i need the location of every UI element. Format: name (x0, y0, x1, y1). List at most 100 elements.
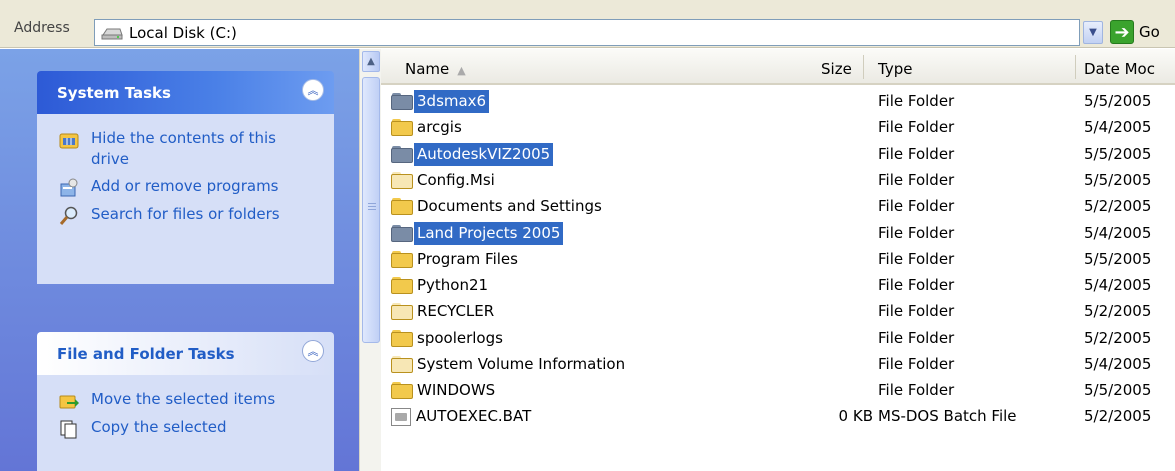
file-name: Documents and Settings (417, 197, 602, 215)
address-dropdown-button[interactable]: ▼ (1083, 21, 1103, 44)
file-name: Config.Msi (417, 171, 495, 189)
collapse-icon[interactable]: ︽ (302, 340, 324, 362)
column-name[interactable]: Name ▲ (405, 60, 466, 78)
file-type: File Folder (878, 197, 955, 215)
file-type: File Folder (878, 250, 955, 268)
file-date-modified: 5/4/2005 (1084, 355, 1152, 373)
column-headers: Name ▲ Size Type Date Moc (381, 49, 1175, 85)
file-row[interactable]: System Volume Information File Folder 5/4/… (381, 352, 1175, 377)
file-name: RECYCLER (417, 302, 495, 320)
file-date-modified: 5/4/2005 (1084, 276, 1152, 294)
file-name: AutodeskVIZ2005 (414, 143, 554, 166)
folder-icon (391, 198, 413, 215)
file-name-cell[interactable]: Config.Msi (391, 169, 498, 192)
file-type: File Folder (878, 118, 955, 136)
file-row[interactable]: 3dsmax6 File Folder 5/5/2005 (381, 89, 1175, 114)
file-name-cell[interactable]: arcgis (391, 116, 465, 139)
collapse-icon[interactable]: ︽ (302, 79, 324, 101)
address-bar: Address Local Disk (C:) ▼ ➔ Go (0, 0, 1175, 48)
task-pane: System Tasks ︽ Hide the contents of this… (0, 49, 359, 471)
task-label: Add or remove programs (91, 177, 279, 195)
file-row[interactable]: Python21 File Folder 5/4/2005 (381, 273, 1175, 298)
system-tasks-header[interactable]: System Tasks ︽ (37, 71, 334, 114)
file-date-modified: 5/5/2005 (1084, 250, 1152, 268)
task-copy-items[interactable]: Copy the selected (59, 417, 322, 439)
file-row[interactable]: RECYCLER File Folder 5/2/2005 (381, 299, 1175, 324)
task-move-items[interactable]: Move the selected items (59, 389, 322, 411)
file-name: spoolerlogs (417, 329, 503, 347)
address-value: Local Disk (C:) (129, 23, 237, 42)
search-icon (59, 206, 78, 225)
file-row[interactable]: AUTOEXEC.BAT 0 KB MS-DOS Batch File 5/2/200… (381, 404, 1175, 429)
file-name-cell[interactable]: AutodeskVIZ2005 (391, 143, 554, 166)
folder-icon (391, 277, 413, 294)
file-row[interactable]: WINDOWS File Folder 5/5/2005 (381, 378, 1175, 403)
file-name: System Volume Information (417, 355, 626, 373)
move-icon (59, 395, 79, 409)
task-search[interactable]: Search for files or folders (59, 204, 322, 226)
folder-icon (391, 251, 413, 268)
file-name: Python21 (417, 276, 489, 294)
file-name-cell[interactable]: AUTOEXEC.BAT (391, 405, 534, 428)
file-name-cell[interactable]: Documents and Settings (391, 195, 605, 218)
file-name-cell[interactable]: RECYCLER (391, 300, 497, 323)
go-arrow-icon: ➔ (1110, 20, 1134, 44)
file-row[interactable]: Land Projects 2005 File Folder 5/4/2005 (381, 221, 1175, 246)
file-date-modified: 5/2/2005 (1084, 329, 1152, 347)
go-label: Go (1139, 23, 1160, 41)
file-name: Land Projects 2005 (414, 222, 564, 245)
file-row[interactable]: Config.Msi File Folder 5/5/2005 (381, 168, 1175, 193)
file-folder-tasks-header[interactable]: File and Folder Tasks ︽ (37, 332, 334, 375)
file-name: AUTOEXEC.BAT (416, 407, 532, 425)
file-name-cell[interactable]: 3dsmax6 (391, 90, 490, 113)
task-label: Search for files or folders (91, 205, 280, 223)
file-name: WINDOWS (417, 381, 496, 399)
file-date-modified: 5/2/2005 (1084, 302, 1152, 320)
file-row[interactable]: Documents and Settings File Folder 5/2/200… (381, 194, 1175, 219)
scroll-thumb[interactable] (362, 77, 380, 343)
folder-icon (391, 93, 413, 110)
file-name-cell[interactable]: WINDOWS (391, 379, 498, 402)
file-row[interactable]: arcgis File Folder 5/4/2005 (381, 115, 1175, 140)
address-label: Address (14, 20, 70, 36)
file-size: 0 KB (838, 407, 873, 425)
file-date-modified: 5/5/2005 (1084, 171, 1152, 189)
task-hide-contents[interactable]: Hide the contents of this drive (59, 128, 322, 170)
task-pane-scrollbar[interactable]: ▲ (359, 49, 381, 471)
file-row[interactable]: AutodeskVIZ2005 File Folder 5/5/2005 (381, 142, 1175, 167)
file-list: Name ▲ Size Type Date Moc 3dsmax6 File Fol… (381, 49, 1175, 471)
file-name: Program Files (417, 250, 518, 268)
column-date-modified[interactable]: Date Moc (1084, 60, 1155, 78)
file-type: File Folder (878, 145, 955, 163)
file-name-cell[interactable]: Program Files (391, 248, 521, 271)
file-folder-tasks-panel: File and Folder Tasks ︽ Move the selecte… (37, 332, 334, 471)
file-name: arcgis (417, 118, 462, 136)
file-type: File Folder (878, 171, 955, 189)
task-label: Hide the contents of this drive (91, 129, 276, 168)
folder-icon (391, 330, 413, 347)
sort-ascending-icon: ▲ (457, 64, 466, 77)
column-size[interactable]: Size (821, 60, 852, 78)
task-add-remove-programs[interactable]: Add or remove programs (59, 176, 322, 198)
address-input[interactable]: Local Disk (C:) (94, 19, 1080, 46)
chevron-up-icon: ▲ (367, 56, 375, 67)
drive-icon (101, 28, 123, 39)
scroll-up-button[interactable]: ▲ (362, 51, 380, 72)
chevron-down-icon: ▼ (1089, 27, 1097, 38)
folder-icon (391, 119, 413, 136)
file-date-modified: 5/2/2005 (1084, 407, 1152, 425)
column-type[interactable]: Type (878, 60, 912, 78)
batch-file-icon (391, 407, 411, 426)
file-name-cell[interactable]: System Volume Information (391, 353, 628, 376)
go-button[interactable]: ➔ Go (1110, 18, 1160, 46)
file-type: File Folder (878, 276, 955, 294)
file-row[interactable]: Program Files File Folder 5/5/2005 (381, 247, 1175, 272)
system-tasks-title: System Tasks (57, 84, 171, 102)
file-name-cell[interactable]: Land Projects 2005 (391, 222, 564, 245)
file-name-cell[interactable]: spoolerlogs (391, 327, 506, 350)
file-type: File Folder (878, 92, 955, 110)
file-date-modified: 5/5/2005 (1084, 381, 1152, 399)
file-name-cell[interactable]: Python21 (391, 274, 491, 297)
file-type: File Folder (878, 329, 955, 347)
file-row[interactable]: spoolerlogs File Folder 5/2/2005 (381, 326, 1175, 351)
